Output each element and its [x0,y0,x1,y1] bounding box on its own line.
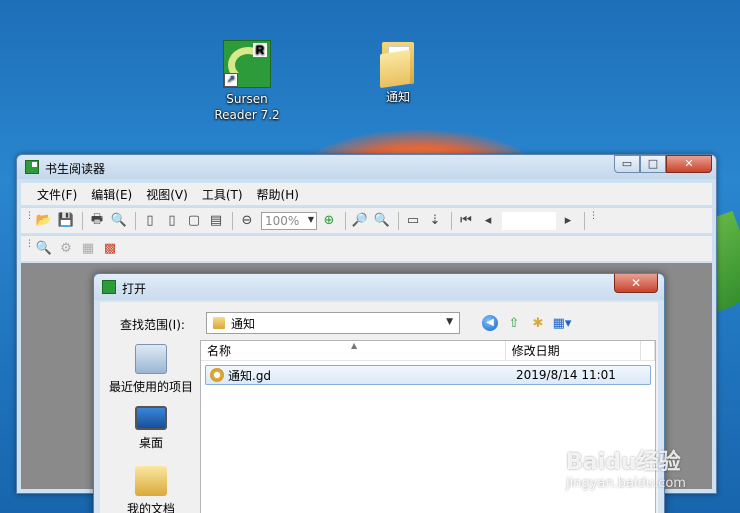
column-header-more[interactable] [641,341,655,361]
up-folder-icon[interactable]: ⇧ [504,314,524,332]
settings-icon[interactable]: ⚙ [56,239,76,259]
menu-edit[interactable]: 编辑(E) [91,186,132,203]
place-label: 最近使用的项目 [108,380,193,394]
minimize-button[interactable]: ▭ [614,155,640,173]
secondary-toolbar: ⋮ 🔍 ⚙ ▦ ▩ [21,235,712,261]
chevron-down-icon: ▼ [446,317,453,327]
magnify-out-icon[interactable]: 🔍 [372,211,392,231]
single-page-icon[interactable]: ▯ [140,211,160,231]
desktop-icon-tongzhi-folder[interactable]: 通知 [353,38,443,105]
select-tool-icon[interactable]: ▭ [403,211,423,231]
main-toolbar: ⋮ 📂 💾 🖶 🔍 ▯ ▯ ▢ ▤ ⊖ 100% ▼ ⊕ 🔎 🔍 ▭ ⇣ ⏮ ◂… [21,207,712,233]
sort-ascending-icon: ▲ [351,341,358,350]
menu-help[interactable]: 帮助(H) [257,186,299,203]
file-name: 通知.gd [228,368,272,383]
toolbar-separator [345,211,346,230]
file-list-header: ▲ 名称 修改日期 [201,341,655,361]
dialog-app-icon [102,280,116,294]
app-icon [25,160,39,174]
toolbar-grip-icon[interactable]: ⋮ [25,211,34,231]
column-header-date[interactable]: 修改日期 [506,341,642,361]
menu-view[interactable]: 视图(V) [146,186,188,203]
chevron-down-icon: ▼ [307,214,314,224]
toolbar-separator [82,211,83,230]
search-disabled-icon[interactable]: 🔍 [34,239,54,259]
print-icon[interactable]: 🖶 [87,211,107,231]
toolbar-separator [451,211,452,230]
dialog-nav-toolbar: ◀ ⇧ ✱ ▦▾ [480,314,576,332]
save-icon[interactable]: 💾 [56,211,76,231]
recent-items-icon [135,344,167,374]
magnify-in-icon[interactable]: 🔎 [350,211,370,231]
file-date: 2019/8/14 11:01 [516,368,616,382]
find-icon[interactable]: 🔍 [109,211,129,231]
documents-folder-icon [135,466,167,496]
desktop-icon [135,406,167,430]
menu-tools[interactable]: 工具(T) [202,186,243,203]
new-folder-icon[interactable]: ✱ [528,314,548,332]
toolbar-separator [232,211,233,230]
zoom-value: 100% [265,213,300,228]
place-desktop[interactable]: 桌面 [104,406,198,451]
menu-file[interactable]: 文件(F) [37,186,77,203]
look-in-select[interactable]: 通知 ▼ [206,312,460,334]
first-page-icon[interactable]: ⏮ [456,211,476,231]
toolbar-separator [584,211,585,230]
dialog-titlebar[interactable]: 打开 ✕ [94,274,664,300]
maximize-button[interactable]: □ [640,155,666,173]
column-header-label: 名称 [207,344,232,358]
menu-bar: 文件(F) 编辑(E) 视图(V) 工具(T) 帮助(H) [21,183,712,205]
dialog-title: 打开 [122,282,147,296]
page-number-input[interactable] [502,211,556,230]
dialog-close-button[interactable]: ✕ [614,274,658,293]
fit-page-icon[interactable]: ▢ [184,211,204,231]
toolbar-grip-icon[interactable]: ⋮ [589,211,598,231]
place-label: 我的文档 [126,502,175,513]
list-item[interactable]: 通知.gd 2019/8/14 11:01 [205,365,651,385]
gd-file-icon [210,368,224,382]
download-icon[interactable]: ⇣ [425,211,445,231]
toolbar-grip-icon[interactable]: ⋮ [25,239,34,259]
place-recent[interactable]: 最近使用的项目 [104,344,198,395]
places-bar: 最近使用的项目 桌面 我的文档 [104,340,198,513]
continuous-page-icon[interactable]: ▯ [162,211,182,231]
watermark-logo: Baidu经验 [566,450,681,475]
toolbar-separator [398,211,399,230]
folder-icon [213,317,225,329]
open-folder-icon[interactable]: 📂 [34,211,54,231]
desktop-icon-sursen-reader[interactable]: R ↗ Sursen Reader 7.2 [202,40,292,123]
place-label: 桌面 [138,436,163,450]
next-page-icon[interactable]: ▸ [558,211,578,231]
palette-icon[interactable]: ▩ [100,239,120,259]
zoom-out-icon[interactable]: ⊖ [237,211,257,231]
desktop-icon-label: 通知 [385,90,410,104]
desktop-icon-label: Sursen Reader 7.2 [214,92,280,122]
zoom-select[interactable]: 100% ▼ [261,211,317,230]
sursen-reader-shortcut-icon: R ↗ [223,40,271,88]
place-documents[interactable]: 我的文档 [104,466,198,513]
zoom-in-icon[interactable]: ⊕ [319,211,339,231]
window-title: 书生阅读器 [45,162,106,176]
column-header-label: 修改日期 [511,344,560,358]
folder-icon [378,38,418,89]
look-in-label: 查找范围(I): [120,318,185,332]
column-header-name[interactable]: ▲ 名称 [201,341,506,361]
close-button[interactable]: ✕ [666,155,712,173]
back-icon[interactable]: ◀ [480,314,500,332]
view-menu-icon[interactable]: ▦▾ [552,314,572,332]
grid-icon[interactable]: ▦ [78,239,98,259]
prev-page-icon[interactable]: ◂ [478,211,498,231]
watermark-url: jingyan.baidu.com [566,476,686,491]
window-titlebar[interactable]: 书生阅读器 ▭ □ ✕ [17,155,716,179]
toolbar-separator [135,211,136,230]
two-page-icon[interactable]: ▤ [206,211,226,231]
look-in-value: 通知 [231,316,256,331]
